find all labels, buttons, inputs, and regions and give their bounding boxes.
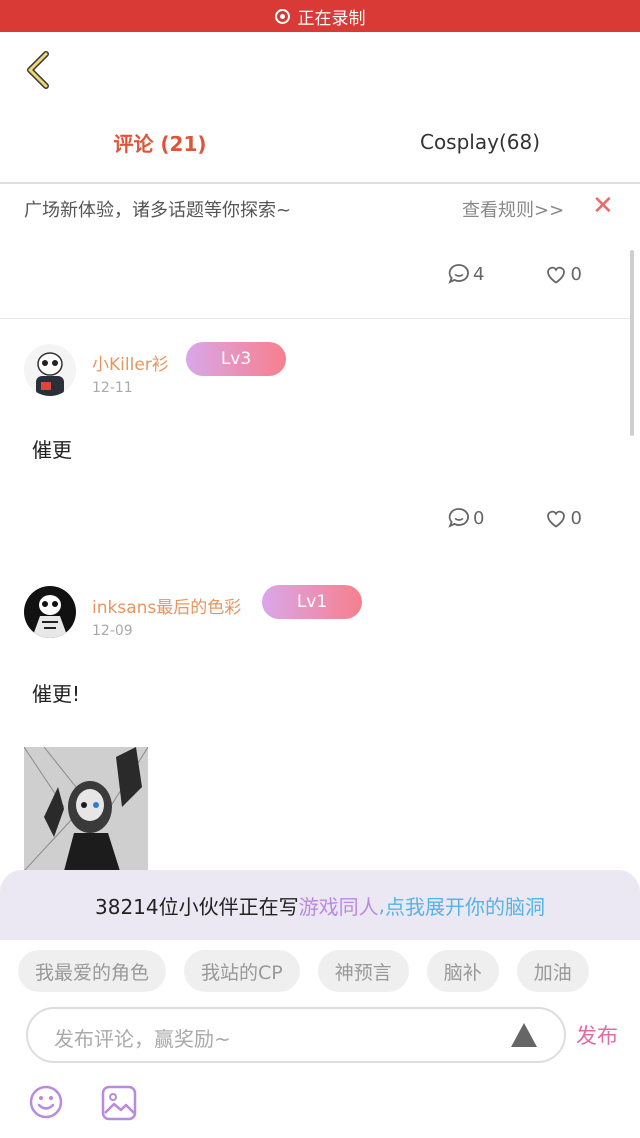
comment-count: 4 bbox=[473, 263, 485, 285]
close-icon[interactable]: ✕ bbox=[592, 191, 614, 221]
comment-date: 12-09 bbox=[92, 623, 133, 639]
post-stats: 4 0 bbox=[447, 259, 582, 289]
tab-bar: 评论 (21) Cosplay(68) bbox=[0, 112, 640, 172]
like-button[interactable]: 0 bbox=[544, 506, 582, 530]
chevron-left-icon bbox=[27, 51, 49, 89]
record-icon bbox=[274, 8, 290, 24]
topic-chip[interactable]: 神预言 bbox=[317, 950, 409, 992]
comment-text: 催更! bbox=[32, 682, 81, 706]
view-rules-link[interactable]: 查看规则>> bbox=[462, 196, 564, 222]
topic-chip[interactable]: 我最爱的角色 bbox=[18, 950, 167, 992]
comment-input[interactable]: 发布评论，赢奖励~ bbox=[26, 1007, 566, 1063]
comment-image[interactable] bbox=[24, 747, 148, 871]
triangle-icon[interactable] bbox=[510, 1021, 538, 1049]
username[interactable]: 小Killer衫 bbox=[92, 350, 169, 375]
banner-highlight-category: 游戏同人 bbox=[298, 894, 379, 919]
emoji-icon[interactable] bbox=[28, 1084, 64, 1120]
tab-comments[interactable]: 评论 (21) bbox=[0, 112, 320, 172]
artwork-image bbox=[24, 747, 148, 871]
back-button[interactable] bbox=[20, 48, 60, 92]
avatar[interactable] bbox=[24, 586, 76, 638]
banner-highlight-cta: 点我展开你的脑洞 bbox=[384, 894, 545, 919]
promo-banner[interactable]: 38214位小伙伴正在写 游戏同人, 点我展开你的脑洞 bbox=[0, 870, 640, 940]
reply-button[interactable]: 0 bbox=[447, 506, 484, 530]
comment-count: 0 bbox=[473, 507, 485, 529]
tab-cosplay[interactable]: Cosplay(68) bbox=[320, 112, 640, 172]
level-badge: Lv3 bbox=[186, 342, 286, 376]
publish-button[interactable]: 发布 bbox=[576, 1020, 618, 1050]
skull-avatar-icon bbox=[24, 344, 76, 396]
topic-chips: 我最爱的角色 我站的CP 神预言 脑补 加油 bbox=[18, 950, 607, 992]
comment-date: 12-11 bbox=[92, 380, 133, 396]
comment-text: 催更 bbox=[32, 438, 72, 462]
level-badge: Lv1 bbox=[262, 585, 362, 619]
notice-text: 广场新体验，诸多话题等你探索~ bbox=[24, 200, 292, 221]
like-count: 0 bbox=[570, 263, 582, 285]
heart-icon bbox=[547, 266, 566, 284]
comment-count-button[interactable]: 4 bbox=[447, 262, 484, 286]
notice-bar: 广场新体验，诸多话题等你探索~ 查看规则>> ✕ bbox=[0, 190, 640, 230]
like-count: 0 bbox=[570, 507, 582, 529]
topic-chip[interactable]: 我站的CP bbox=[184, 950, 300, 992]
banner-text: 38214位小伙伴正在写 bbox=[95, 894, 299, 919]
scrollbar[interactable] bbox=[630, 250, 634, 436]
heart-icon bbox=[547, 510, 566, 528]
topic-chip[interactable]: 加油 bbox=[516, 950, 589, 992]
comment-icon bbox=[448, 264, 469, 284]
comment-stats: 0 0 bbox=[447, 503, 582, 533]
tab-divider bbox=[0, 182, 640, 184]
recording-bar: 正在录制 bbox=[0, 0, 640, 32]
comment-icon bbox=[448, 508, 469, 528]
recording-label: 正在录制 bbox=[297, 8, 366, 29]
skull-avatar-icon bbox=[24, 586, 76, 638]
avatar[interactable] bbox=[24, 344, 76, 396]
topic-chip[interactable]: 脑补 bbox=[426, 950, 499, 992]
like-button[interactable]: 0 bbox=[544, 262, 582, 286]
image-icon[interactable] bbox=[100, 1084, 138, 1122]
input-placeholder: 发布评论，赢奖励~ bbox=[54, 1027, 231, 1051]
section-divider bbox=[0, 318, 632, 319]
comment-composer: 38214位小伙伴正在写 游戏同人, 点我展开你的脑洞 我最爱的角色 我站的CP 神… bbox=[0, 870, 640, 1138]
username[interactable]: inksans最后的色彩 bbox=[92, 593, 241, 618]
